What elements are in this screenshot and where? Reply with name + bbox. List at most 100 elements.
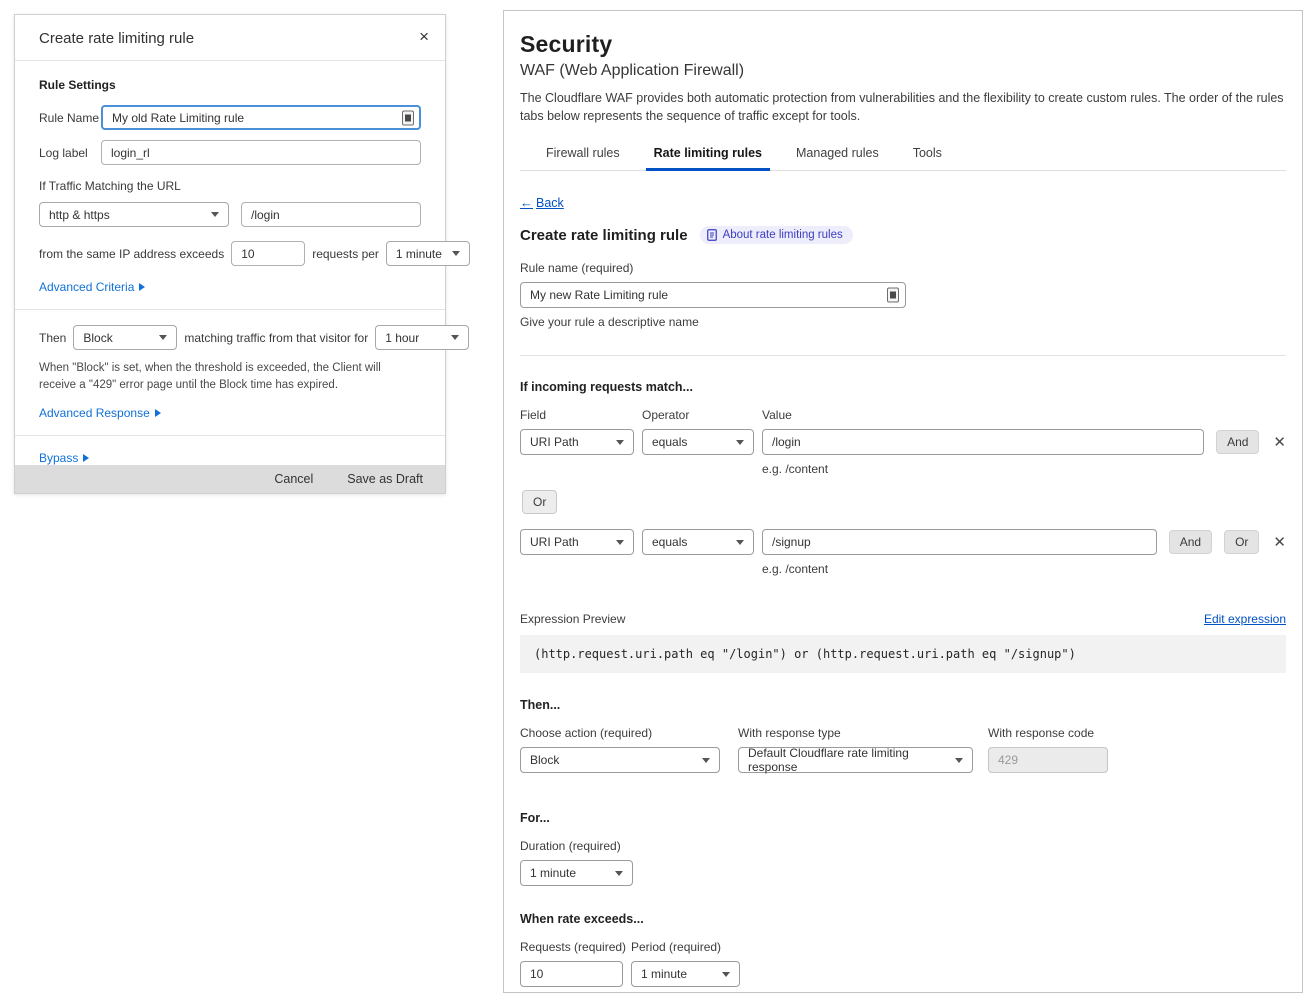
chevron-down-icon bbox=[702, 758, 710, 763]
period-select-value: 1 minute bbox=[396, 247, 442, 261]
triangle-right-icon bbox=[83, 454, 89, 462]
rule-name-label: Rule name (required) bbox=[520, 261, 1286, 275]
log-label-input[interactable] bbox=[101, 140, 421, 165]
rule-name-input[interactable] bbox=[101, 105, 421, 130]
chevron-down-icon bbox=[616, 540, 624, 545]
or-button[interactable]: Or bbox=[1224, 530, 1259, 554]
cancel-button[interactable]: Cancel bbox=[274, 472, 313, 486]
operator-select[interactable]: equals bbox=[642, 429, 754, 455]
response-code-input bbox=[988, 747, 1108, 773]
rate-controls-row: 1 minute bbox=[520, 961, 1286, 987]
field-select[interactable]: URI Path bbox=[520, 529, 634, 555]
value-input[interactable] bbox=[762, 529, 1157, 555]
advanced-response-link[interactable]: Advanced Response bbox=[39, 406, 161, 420]
divider bbox=[15, 435, 445, 436]
period-label: Period (required) bbox=[631, 940, 721, 954]
expression-header: Expression Preview Edit expression bbox=[520, 612, 1286, 626]
period-value: 1 minute bbox=[641, 967, 687, 981]
exceeds-prefix-text: from the same IP address exceeds bbox=[39, 247, 224, 261]
response-type-select[interactable]: Default Cloudflare rate limiting respons… bbox=[738, 747, 973, 773]
chevron-down-icon bbox=[722, 972, 730, 977]
rule-name-label: Rule Name bbox=[39, 111, 101, 125]
duration-select[interactable]: 1 minute bbox=[520, 860, 633, 886]
choose-action-select[interactable]: Block bbox=[520, 747, 720, 773]
value-column-label: Value bbox=[762, 408, 792, 422]
tab-rate-limiting-rules[interactable]: Rate limiting rules bbox=[652, 137, 764, 170]
value-hint: e.g. /content bbox=[762, 562, 1286, 576]
about-badge-label: About rate limiting rules bbox=[723, 229, 843, 241]
save-as-draft-button[interactable]: Save as Draft bbox=[347, 472, 423, 486]
duration-value: 1 minute bbox=[530, 866, 576, 880]
dialog-footer: Cancel Save as Draft bbox=[15, 465, 445, 493]
back-link[interactable]: ←Back bbox=[520, 195, 564, 210]
and-button[interactable]: And bbox=[1216, 430, 1259, 454]
and-button[interactable]: And bbox=[1169, 530, 1212, 554]
rule-name-help: Give your rule a descriptive name bbox=[520, 315, 1286, 329]
duration-row: 1 minute bbox=[520, 860, 1286, 886]
match-row-1: URI Path equals And ✕ bbox=[520, 429, 1286, 455]
about-rate-limiting-badge[interactable]: About rate limiting rules bbox=[700, 226, 853, 244]
period-select[interactable]: 1 minute bbox=[386, 241, 470, 266]
match-row-2: URI Path equals And Or ✕ bbox=[520, 529, 1286, 555]
form-heading: Create rate limiting rule bbox=[520, 227, 688, 244]
then-row: Then Block matching traffic from that vi… bbox=[39, 325, 421, 350]
rule-name-row: Rule Name bbox=[39, 105, 421, 130]
close-icon[interactable]: × bbox=[419, 30, 429, 44]
rule-name-input[interactable] bbox=[520, 282, 906, 308]
scheme-select-value: http & https bbox=[49, 208, 110, 222]
period-select[interactable]: 1 minute bbox=[631, 961, 740, 987]
rate-heading: When rate exceeds... bbox=[520, 912, 1286, 926]
create-rate-limiting-rule-dialog: Create rate limiting rule × Rule Setting… bbox=[14, 14, 446, 494]
scheme-select[interactable]: http & https bbox=[39, 202, 229, 227]
edit-expression-link[interactable]: Edit expression bbox=[1204, 612, 1286, 626]
chevron-down-icon bbox=[211, 212, 219, 217]
advanced-criteria-link[interactable]: Advanced Criteria bbox=[39, 280, 145, 294]
rule-name-input-wrap bbox=[101, 105, 421, 130]
requests-label: Requests (required) bbox=[520, 940, 631, 954]
tab-managed-rules[interactable]: Managed rules bbox=[794, 137, 881, 170]
block-duration-select[interactable]: 1 hour bbox=[375, 325, 469, 350]
log-label-row: Log label bbox=[39, 140, 421, 165]
rate-labels-row: Requests (required) Period (required) bbox=[520, 940, 1286, 954]
value-input-wrap bbox=[762, 429, 1204, 455]
block-note-text: When "Block" is set, when the threshold … bbox=[39, 360, 421, 393]
tab-firewall-rules[interactable]: Firewall rules bbox=[544, 137, 622, 170]
then-suffix-text: matching traffic from that visitor for bbox=[184, 331, 368, 345]
document-icon bbox=[707, 229, 717, 241]
remove-row-icon[interactable]: ✕ bbox=[1273, 533, 1286, 551]
or-connector-button[interactable]: Or bbox=[522, 490, 557, 514]
response-code-label: With response code bbox=[988, 726, 1094, 740]
tab-tools[interactable]: Tools bbox=[911, 137, 944, 170]
security-waf-panel: Security WAF (Web Application Firewall) … bbox=[503, 10, 1303, 993]
threshold-row: from the same IP address exceeds request… bbox=[39, 241, 421, 266]
chevron-down-icon bbox=[615, 871, 623, 876]
remove-row-icon[interactable]: ✕ bbox=[1273, 433, 1286, 451]
requests-input[interactable] bbox=[231, 241, 305, 266]
chevron-down-icon bbox=[159, 335, 167, 340]
expression-preview-box: (http.request.uri.path eq "/login") or (… bbox=[520, 635, 1286, 673]
for-heading: For... bbox=[520, 811, 1286, 825]
form-heading-row: Create rate limiting rule About rate lim… bbox=[520, 226, 1286, 244]
operator-select[interactable]: equals bbox=[642, 529, 754, 555]
action-controls-row: Block Default Cloudflare rate limiting r… bbox=[520, 747, 1286, 773]
dialog-body: Rule Settings Rule Name Log label If Tra… bbox=[15, 61, 445, 465]
field-select[interactable]: URI Path bbox=[520, 429, 634, 455]
value-hint: e.g. /content bbox=[762, 462, 1286, 476]
operator-select-value: equals bbox=[652, 535, 687, 549]
operator-column-label: Operator bbox=[642, 408, 762, 422]
arrow-left-icon: ← bbox=[520, 195, 533, 210]
value-input[interactable] bbox=[762, 429, 1204, 455]
bypass-link[interactable]: Bypass bbox=[39, 451, 89, 465]
field-select-value: URI Path bbox=[530, 535, 579, 549]
requests-input[interactable] bbox=[520, 961, 623, 987]
log-label-input-wrap bbox=[101, 140, 421, 165]
triangle-right-icon bbox=[155, 409, 161, 417]
url-input[interactable] bbox=[241, 202, 421, 227]
action-select[interactable]: Block bbox=[73, 325, 177, 350]
match-column-labels: Field Operator Value bbox=[520, 408, 1286, 422]
response-type-value: Default Cloudflare rate limiting respons… bbox=[748, 746, 949, 774]
waf-tabs: Firewall rules Rate limiting rules Manag… bbox=[520, 137, 1286, 171]
autofill-icon bbox=[402, 110, 414, 125]
dialog-header: Create rate limiting rule × bbox=[15, 15, 445, 61]
triangle-right-icon bbox=[139, 283, 145, 291]
